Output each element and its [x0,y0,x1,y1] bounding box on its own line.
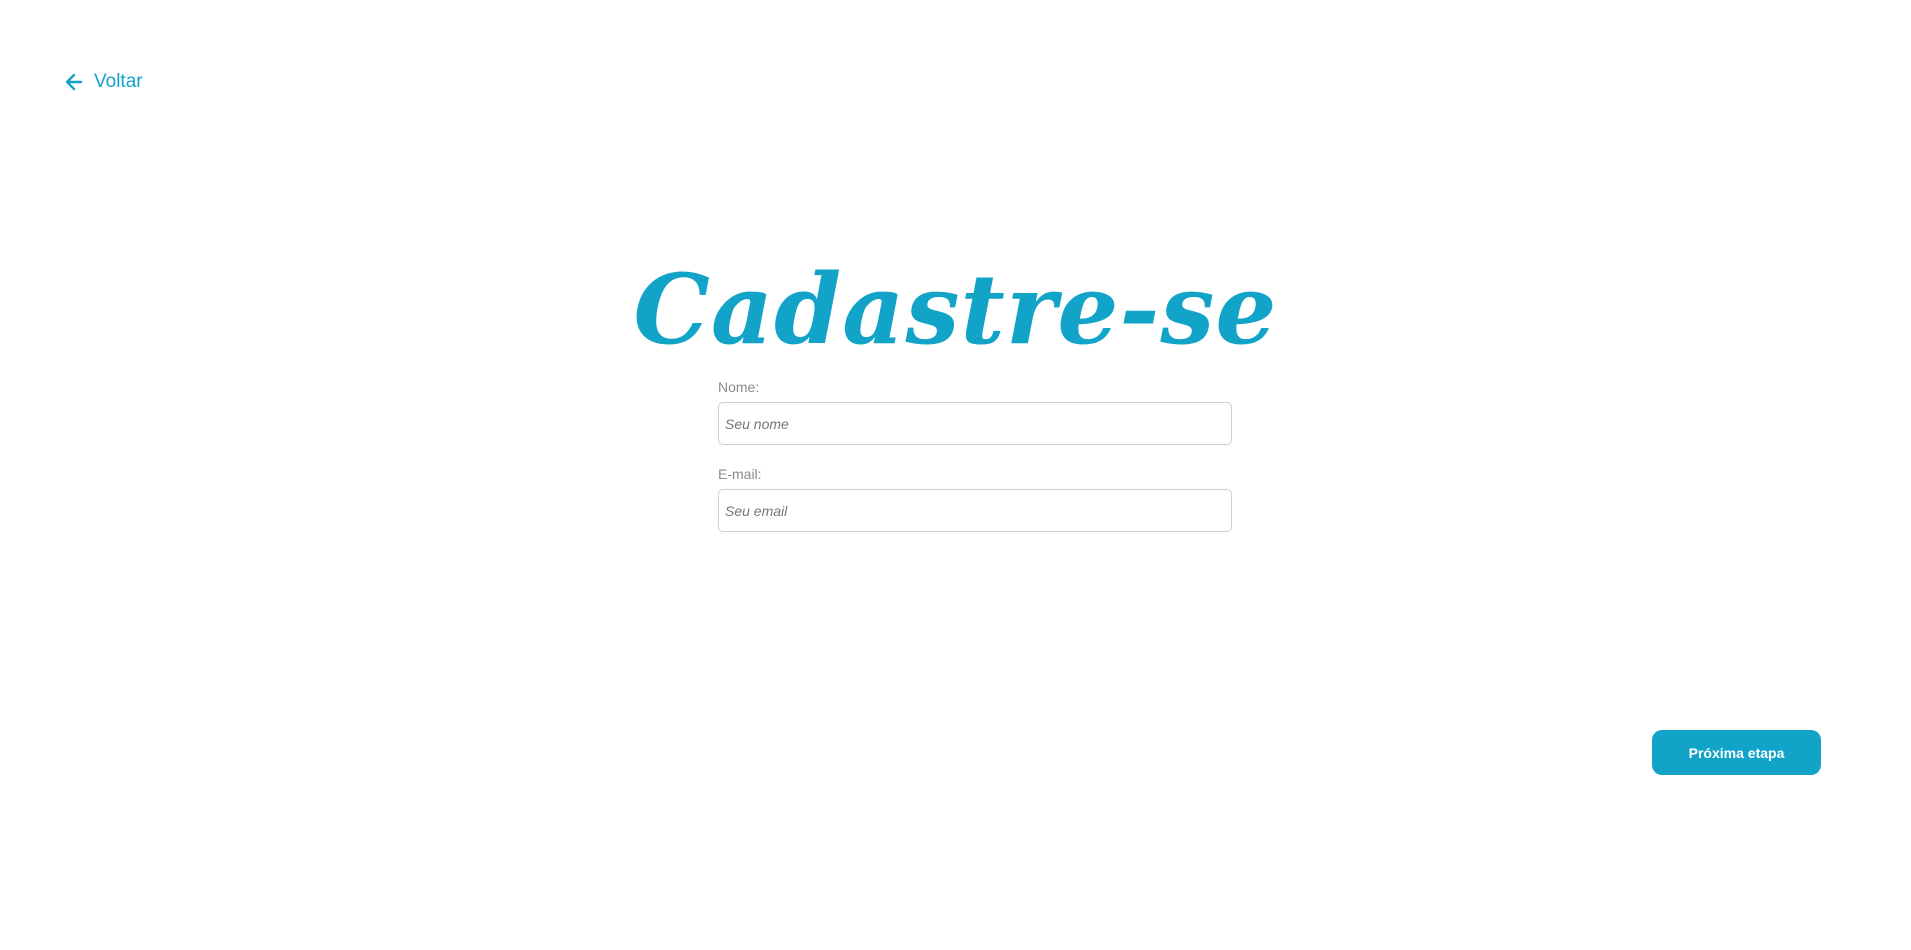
email-input[interactable] [718,489,1232,532]
name-input[interactable] [718,402,1232,445]
back-link[interactable]: Voltar [64,71,143,93]
name-label: Nome: [718,379,760,395]
name-field-group: Nome: [718,378,1232,445]
email-field-group: E-mail: [718,465,1232,532]
back-link-label: Voltar [94,71,143,92]
signup-form: Nome: E-mail: [718,378,1232,552]
next-step-button[interactable]: Próxima etapa [1652,730,1821,775]
email-label: E-mail: [718,466,762,482]
arrow-left-icon [64,72,84,92]
page-title: Cadastre-se [633,253,1278,367]
